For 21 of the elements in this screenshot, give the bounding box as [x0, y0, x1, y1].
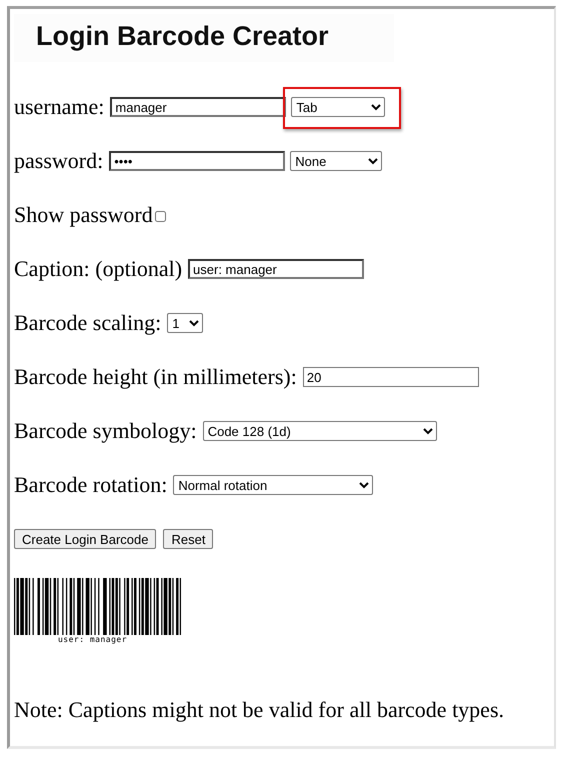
dropdown[interactable]: Normal rotation	[173, 475, 374, 495]
create-button[interactable]: Create Login Barcode	[14, 529, 156, 549]
field-label: username:	[14, 94, 104, 120]
dropdown[interactable]: 1	[167, 313, 204, 333]
dropdown[interactable]: Code 128 (1d)	[202, 421, 437, 441]
field-label: Show password	[14, 202, 153, 228]
input-field[interactable]: 20	[302, 367, 479, 387]
field-label: password:	[14, 148, 104, 174]
dropdown[interactable]: None	[290, 151, 382, 171]
input-field[interactable]: user: manager	[188, 259, 364, 279]
checkbox[interactable]	[154, 211, 166, 222]
field-label: Barcode rotation:	[14, 472, 168, 498]
field-label: Barcode height (in millimeters):	[14, 364, 297, 390]
dropdown[interactable]: Tab	[291, 97, 386, 117]
input-field[interactable]: ••••	[109, 151, 286, 171]
field-label: Caption: (optional)	[14, 256, 182, 282]
field-label: Barcode symbology:	[14, 418, 197, 444]
reset-button[interactable]: Reset	[163, 529, 214, 549]
note-text: Note: Captions might not be valid for all barcode types.	[14, 697, 506, 723]
barcode-caption: user: manager	[56, 635, 128, 644]
field-label: Barcode scaling:	[14, 310, 162, 336]
